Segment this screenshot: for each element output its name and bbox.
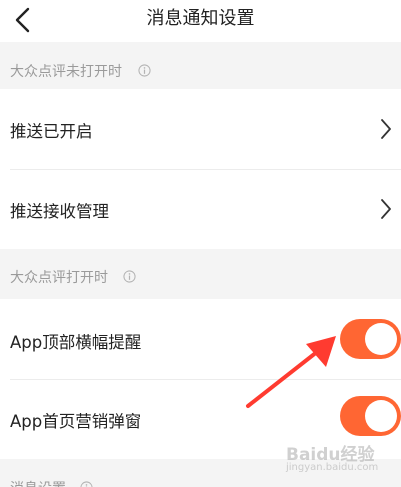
- settings-row-push-enabled[interactable]: 推送已开启: [0, 89, 401, 169]
- section-header-app-open: 大众点评打开时: [0, 249, 401, 299]
- home-popup-toggle[interactable]: [340, 396, 401, 436]
- toggle-knob: [365, 323, 397, 355]
- section-label: 大众点评打开时: [10, 270, 108, 286]
- row-label: 推送接收管理: [10, 202, 109, 221]
- chevron-right-icon: [381, 199, 391, 219]
- section-label: 大众点评未打开时: [10, 64, 122, 80]
- row-label: App顶部横幅提醒: [10, 333, 142, 352]
- section-label: 消息设置: [10, 478, 66, 487]
- row-label: 推送已开启: [10, 122, 93, 141]
- watermark-logo: Baidu经验 jingyan.baidu.com: [286, 440, 398, 482]
- chevron-right-icon: [381, 119, 391, 139]
- toggle-knob: [365, 400, 397, 432]
- info-icon[interactable]: [138, 64, 151, 77]
- screen: 消息通知设置 大众点评未打开时 推送已开启 推送接收管理 大众点评打开时 App…: [0, 0, 401, 487]
- info-icon[interactable]: [80, 481, 93, 487]
- settings-row-top-banner: App顶部横幅提醒: [0, 299, 401, 379]
- top-banner-toggle[interactable]: [340, 319, 401, 359]
- navigation-bar: 消息通知设置: [0, 0, 401, 42]
- watermark-sub-text: jingyan.baidu.com: [286, 462, 379, 473]
- settings-row-push-management[interactable]: 推送接收管理: [0, 169, 401, 249]
- section-header-app-closed: 大众点评未打开时: [0, 52, 401, 88]
- row-label: App首页营销弹窗: [10, 412, 142, 431]
- page-title: 消息通知设置: [146, 8, 255, 29]
- settings-card-app-closed: 推送已开启 推送接收管理: [0, 89, 401, 249]
- settings-card-app-open: App顶部横幅提醒 App首页营销弹窗: [0, 299, 401, 459]
- info-icon[interactable]: [123, 270, 136, 283]
